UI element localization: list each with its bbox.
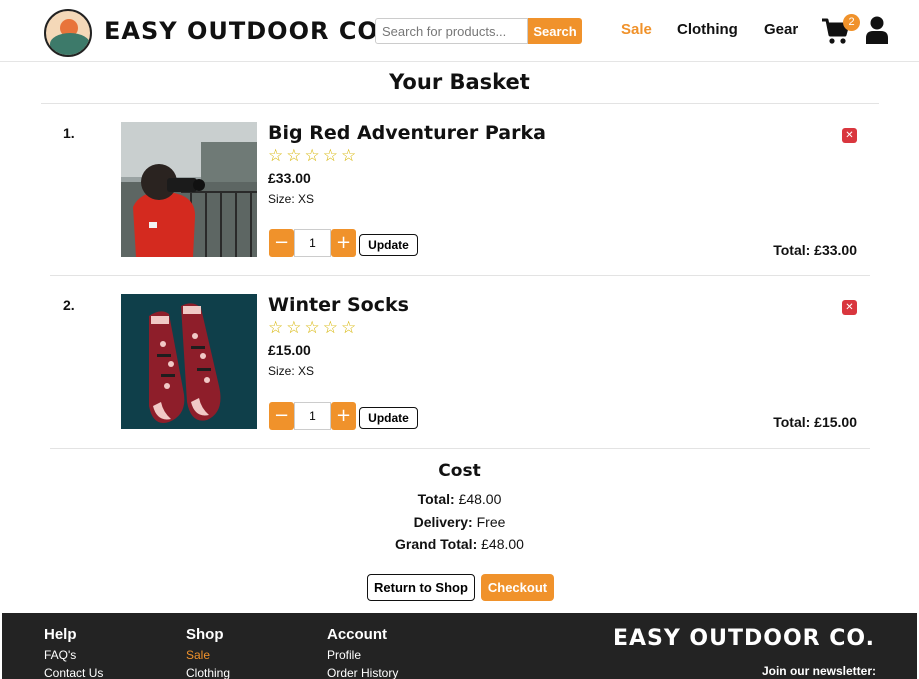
nav-gear[interactable]: Gear [764,21,798,38]
item-number: 1. [63,125,75,141]
quantity-input[interactable] [294,229,331,257]
product-image-parka[interactable] [121,122,257,257]
newsletter-label: Join our newsletter: [761,664,876,678]
cost-total-label: Total: [417,491,455,507]
product-image-socks[interactable] [121,294,257,429]
cart-count-badge: 2 [843,14,860,31]
product-price: £15.00 [268,342,311,358]
divider [50,275,870,276]
footer-link-contact[interactable]: Contact Us [44,666,103,679]
footer-link-faqs[interactable]: FAQ's [44,648,76,662]
footer-shop-heading: Shop [186,626,224,643]
site-footer: Help FAQ's Contact Us Shop Sale Clothing… [2,613,917,679]
search-button[interactable]: Search [528,18,582,44]
nav-sale[interactable]: Sale [621,21,652,38]
nav-clothing[interactable]: Clothing [677,21,738,38]
footer-link-order-history[interactable]: Order History [327,666,398,679]
quantity-decrease-button[interactable]: − [269,229,294,257]
footer-link-sale[interactable]: Sale [186,648,210,662]
footer-help-heading: Help [44,626,77,643]
page-title: Your Basket [389,70,530,94]
footer-link-clothing[interactable]: Clothing [186,666,230,679]
cost-grand-value: £48.00 [481,536,524,552]
quantity-increase-button[interactable]: + [331,402,356,430]
divider [50,448,870,449]
divider [41,103,879,104]
item-number: 2. [63,297,75,313]
quantity-input[interactable] [294,402,331,430]
star-rating: ☆☆☆☆☆ [268,146,360,166]
cost-grand-total: Grand Total: £48.00 [0,536,919,552]
brand-logo[interactable] [44,9,92,57]
product-size: Size: XS [268,192,315,206]
cost-total-value: £48.00 [458,491,502,507]
footer-link-profile[interactable]: Profile [327,648,361,662]
product-name[interactable]: Big Red Adventurer Parka [268,122,546,144]
star-rating: ☆☆☆☆☆ [268,318,360,338]
item-total: Total: £15.00 [773,414,857,430]
product-price: £33.00 [268,170,311,186]
cost-delivery-value: Free [476,514,506,530]
product-name[interactable]: Winter Socks [268,294,409,316]
brand-name[interactable]: EASY OUTDOOR CO. [104,17,388,45]
cost-delivery: Delivery: Free [0,514,919,530]
return-to-shop-button[interactable]: Return to Shop [367,574,475,601]
remove-item-icon[interactable]: ✕ [842,300,857,315]
product-size: Size: XS [268,364,315,378]
footer-brand: EASY OUTDOOR CO. [612,626,875,651]
checkout-button[interactable]: Checkout [481,574,554,601]
cost-total: Total: £48.00 [0,491,919,507]
item-total: Total: £33.00 [773,242,857,258]
user-icon[interactable] [866,16,888,44]
quantity-increase-button[interactable]: + [331,229,356,257]
search-input[interactable] [375,18,528,44]
footer-account-heading: Account [327,626,387,643]
site-header: EASY OUTDOOR CO. Search Sale Clothing Ge… [0,0,919,62]
cost-delivery-label: Delivery: [413,514,473,530]
remove-item-icon[interactable]: ✕ [842,128,857,143]
cost-grand-label: Grand Total: [395,536,478,552]
update-button[interactable]: Update [359,407,418,429]
quantity-decrease-button[interactable]: − [269,402,294,430]
update-button[interactable]: Update [359,234,418,256]
cost-heading: Cost [438,461,481,481]
